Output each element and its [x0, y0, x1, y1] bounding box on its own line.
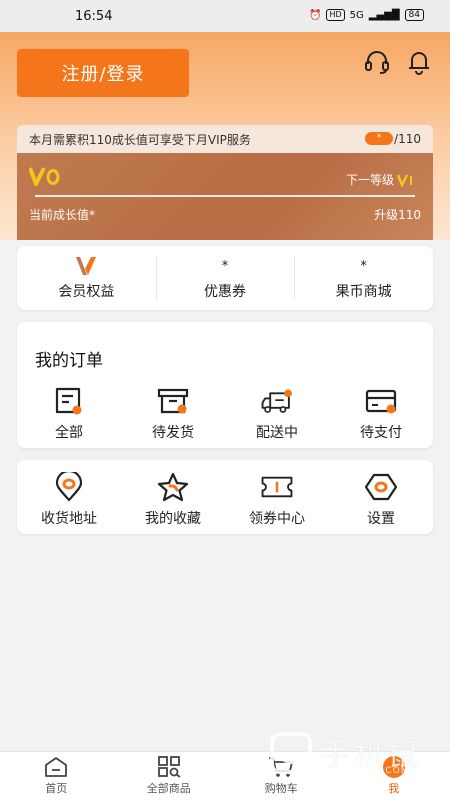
order-status-grid: 全部 待发货 配送中 待支付: [17, 386, 433, 442]
order-in-delivery-label: 配送中: [256, 425, 298, 441]
vip-progress-total: /110: [394, 132, 421, 146]
home-icon: [45, 757, 68, 777]
favorites-label: 我的收藏: [145, 511, 201, 527]
favorites-entry[interactable]: 我的收藏: [121, 472, 225, 528]
vip-notice-strip: 本月需累积110成长值可享受下月VIP服务 * /110: [17, 125, 433, 153]
tab-home-label: 首页: [45, 782, 68, 795]
order-to-pay-label: 待支付: [360, 425, 402, 441]
coupon-center-entry[interactable]: 领券中心: [225, 472, 329, 528]
vip-progress-bar: [35, 195, 415, 197]
member-benefits-label: 会员权益: [58, 284, 115, 300]
watermark: 手机鼠 SHOUJISHU.COM: [262, 728, 432, 780]
member-benefits-card: 会员权益 * 优惠券 * 果币商城: [17, 246, 433, 310]
vip-current-growth: 当前成长值*: [29, 208, 96, 222]
status-icons: ⏰ HD 5G ▂▄▆█ 84: [309, 9, 424, 21]
register-login-button[interactable]: 注册/登录: [17, 49, 189, 97]
status-time: 16:54: [75, 9, 113, 24]
vip-next-level-label: 下一等级: [345, 173, 394, 187]
battery-icon: 84: [404, 9, 424, 21]
all-orders-icon: [55, 387, 82, 415]
vip-progress-pill: *: [365, 132, 393, 145]
delivery-truck-icon: [261, 389, 292, 413]
member-benefits-entry[interactable]: 会员权益: [17, 246, 156, 310]
notification-bell-icon[interactable]: [405, 48, 433, 76]
order-to-ship-label: 待发货: [152, 425, 194, 441]
tab-all-products[interactable]: 全部商品: [113, 752, 226, 800]
order-in-delivery[interactable]: 配送中: [225, 386, 329, 442]
tab-me-label: 我: [388, 782, 400, 795]
vip-level-panel: 下一等级 当前成长值* 升级110: [17, 153, 433, 240]
customer-service-headset-icon[interactable]: [363, 48, 391, 76]
to-pay-card-icon: [365, 389, 397, 414]
coupon-ticket-icon: [261, 476, 293, 498]
coin-mall-label: 果币商城: [335, 284, 392, 300]
coupons-entry[interactable]: * 优惠券: [155, 246, 295, 310]
coupon-center-label: 领券中心: [249, 511, 305, 527]
hd-badge: HD: [326, 9, 345, 21]
vip-growth-card[interactable]: 本月需累积110成长值可享受下月VIP服务 * /110 下一等级 当前成长值*…: [17, 125, 433, 240]
tab-cart-label: 购物车: [264, 782, 298, 795]
member-v-logo-icon: [76, 257, 97, 275]
coin-mall-entry[interactable]: * 果币商城: [294, 246, 433, 310]
settings-label: 设置: [367, 511, 395, 527]
my-orders-card: 我的订单 全部 待发货 配送中 待支付: [17, 322, 433, 448]
coin-balance: *: [360, 258, 367, 274]
tab-all-products-label: 全部商品: [146, 782, 191, 795]
vip-level-v1-icon: [397, 173, 412, 187]
order-to-pay[interactable]: 待支付: [329, 386, 433, 442]
star-icon: [157, 472, 189, 502]
watermark-url: SHOUJISHU.COM: [322, 766, 410, 776]
network-label: 5G: [349, 9, 364, 21]
grid-search-icon: [157, 756, 181, 778]
signal-icon: ▂▄▆█: [368, 9, 400, 21]
location-pin-icon: [55, 472, 83, 502]
vip-next-level: 下一等级: [346, 171, 415, 188]
vip-level-v0-icon: [29, 167, 60, 186]
order-all[interactable]: 全部: [17, 386, 121, 442]
settings-entry[interactable]: 设置: [329, 472, 433, 528]
to-ship-icon: [157, 388, 189, 414]
order-all-label: 全部: [55, 425, 83, 441]
vip-notice-text: 本月需累积110成长值可享受下月VIP服务: [29, 132, 251, 147]
my-orders-title: 我的订单: [35, 351, 103, 371]
tab-home[interactable]: 首页: [0, 752, 113, 800]
order-to-ship[interactable]: 待发货: [121, 386, 225, 442]
coupons-label: 优惠券: [204, 284, 246, 300]
settings-hexagon-icon: [364, 473, 398, 501]
shipping-address-label: 收货地址: [41, 511, 97, 527]
status-bar: 16:54 ⏰ HD 5G ▂▄▆█ 84: [0, 0, 450, 32]
alarm-icon: ⏰: [309, 9, 322, 21]
watermark-logo-icon: [270, 732, 312, 774]
shipping-address-entry[interactable]: 收货地址: [17, 472, 121, 528]
tools-grid: 收货地址 我的收藏 领券中心 设置: [17, 472, 433, 528]
vip-upgrade-requirement: 升级110: [374, 208, 421, 222]
coupons-count: *: [221, 258, 229, 274]
tools-card: 收货地址 我的收藏 领券中心 设置: [17, 460, 433, 534]
